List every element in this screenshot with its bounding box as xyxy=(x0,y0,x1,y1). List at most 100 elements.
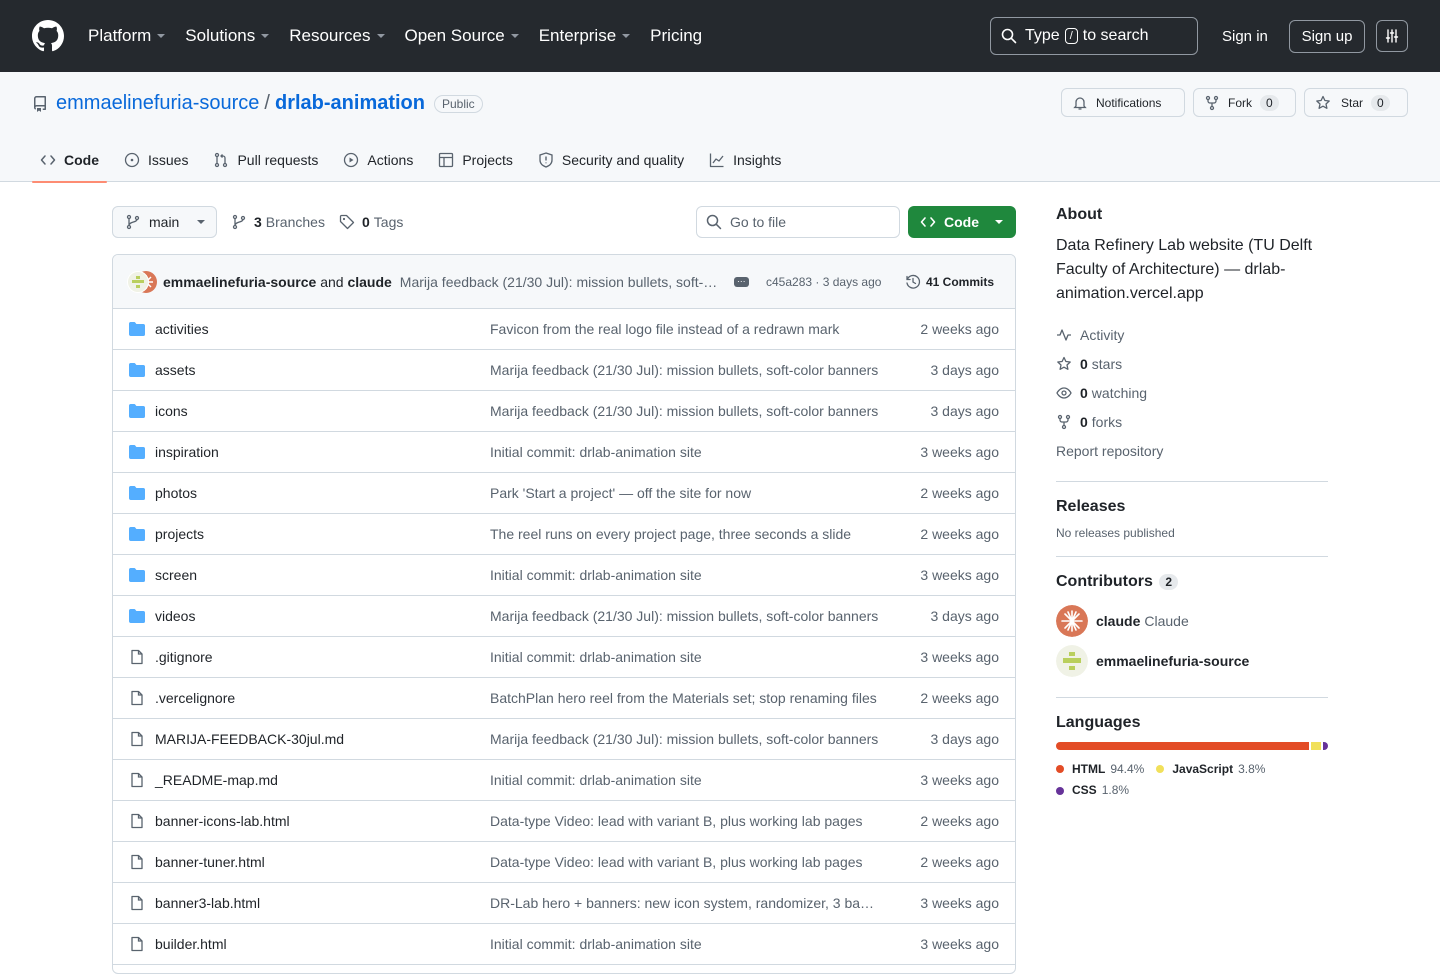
file-name-link[interactable]: activities xyxy=(155,321,209,337)
file-name-link[interactable]: icons xyxy=(155,403,188,419)
file-commit-message-link[interactable]: Initial commit: drlab-animation site xyxy=(490,936,880,952)
file-name-link[interactable]: projects xyxy=(155,526,204,542)
file-commit-message-link[interactable]: Data-type Video: lead with variant B, pl… xyxy=(490,813,880,829)
file-commit-message-link[interactable]: Marija feedback (21/30 Jul): mission bul… xyxy=(490,731,880,747)
file-name-link[interactable]: .gitignore xyxy=(155,649,213,665)
go-to-file-input[interactable]: Go to file xyxy=(696,206,900,238)
commit-author-link[interactable]: emmaelinefuria-source xyxy=(163,274,316,290)
contributor-claude[interactable]: claude Claude xyxy=(1056,601,1328,641)
file-commit-message-link[interactable]: Initial commit: drlab-animation site xyxy=(490,444,880,460)
file-name-link[interactable]: MARIJA-FEEDBACK-30jul.md xyxy=(155,731,344,747)
tab-projects[interactable]: Projects xyxy=(430,138,521,182)
file-commit-message-link[interactable]: Park 'Start a project' — off the site fo… xyxy=(490,485,880,501)
file-name-link[interactable]: banner-icons-lab.html xyxy=(155,813,290,829)
file-commit-message-link[interactable]: Favicon from the real logo file instead … xyxy=(490,321,880,337)
file-commit-message-link[interactable]: Marija feedback (21/30 Jul): mission bul… xyxy=(490,403,880,419)
file-commit-message-link[interactable]: DR-Lab hero + banners: new icon system, … xyxy=(490,895,880,911)
repo-name-link[interactable]: drlab-animation xyxy=(275,92,425,115)
commit-author-link[interactable]: claude xyxy=(347,274,391,290)
file-name-link[interactable]: builder.html xyxy=(155,936,227,952)
commit-message-link[interactable]: Marija feedback (21/30 Jul): mission bul… xyxy=(400,274,720,290)
file-name-link[interactable]: photos xyxy=(155,485,197,501)
file-row[interactable]: .gitignore Initial commit: drlab-animatio… xyxy=(113,637,1015,678)
tab-insights[interactable]: Insights xyxy=(701,138,789,182)
file-row[interactable]: MARIJA-FEEDBACK-30jul.md Marija feedback … xyxy=(113,719,1015,760)
claude-avatar xyxy=(1056,605,1088,637)
file-row[interactable]: .vercelignore BatchPlan hero reel from th… xyxy=(113,678,1015,719)
file-row[interactable]: assets Marija feedback (21/30 Jul): missi… xyxy=(113,350,1015,391)
file-row[interactable]: videos Marija feedback (21/30 Jul): missi… xyxy=(113,596,1015,637)
file-name-link[interactable]: banner-tuner.html xyxy=(155,854,265,870)
file-row[interactable]: inspiration Initial commit: drlab-animati… xyxy=(113,432,1015,473)
file-commit-message-link[interactable]: Initial commit: drlab-animation site xyxy=(490,772,880,788)
file-name-link[interactable]: banner3-lab.html xyxy=(155,895,260,911)
file-row[interactable]: screen Initial commit: drlab-animation si… xyxy=(113,555,1015,596)
file-commit-message-link[interactable]: The reel runs on every project page, thr… xyxy=(490,526,880,542)
file-row[interactable]: _README-map.md Initial commit: drlab-anim… xyxy=(113,760,1015,801)
file-row[interactable]: photos Park 'Start a project' — off the s… xyxy=(113,473,1015,514)
file-name-link[interactable]: videos xyxy=(155,608,195,624)
file-name-link[interactable]: screen xyxy=(155,567,197,583)
tab-actions[interactable]: Actions xyxy=(335,138,421,182)
releases-heading[interactable]: Releases xyxy=(1056,498,1328,516)
star-button[interactable]: Star 0 xyxy=(1304,88,1408,117)
file-row[interactable]: banner-icons-lab.html Data-type Video: le… xyxy=(113,801,1015,842)
file-icon xyxy=(129,854,145,870)
language-item[interactable]: CSS 1.8% xyxy=(1056,780,1129,801)
tab-pull-requests[interactable]: Pull requests xyxy=(205,138,326,182)
language-item[interactable]: HTML 94.4% xyxy=(1056,759,1144,780)
report-repository-link[interactable]: Report repository xyxy=(1056,436,1328,465)
file-row[interactable]: activities Favicon from the real logo fil… xyxy=(113,309,1015,350)
settings-sliders-button[interactable] xyxy=(1376,20,1408,52)
nav-enterprise[interactable]: Enterprise xyxy=(539,26,631,46)
file-name-link[interactable]: .vercelignore xyxy=(155,690,235,706)
contributors-heading[interactable]: Contributors 2 xyxy=(1056,573,1328,591)
branch-selector[interactable]: main xyxy=(112,206,217,238)
watching-link[interactable]: 0 watching xyxy=(1056,378,1328,407)
file-row[interactable]: banner-tuner.html Data-type Video: lead w… xyxy=(113,842,1015,883)
file-row[interactable]: projects The reel runs on every project p… xyxy=(113,514,1015,555)
file-name-link[interactable]: _README-map.md xyxy=(155,772,278,788)
contributors-title: Contributors xyxy=(1056,573,1153,590)
sign-up-button[interactable]: Sign up xyxy=(1289,20,1365,53)
github-logo-icon[interactable] xyxy=(32,20,64,52)
nav-open-source[interactable]: Open Source xyxy=(405,26,519,46)
contributor-emmaelinefuria[interactable]: emmaelinefuria-source xyxy=(1056,641,1328,681)
file-name-link[interactable]: inspiration xyxy=(155,444,219,460)
file-commit-message-link[interactable]: Initial commit: drlab-animation site xyxy=(490,567,880,583)
file-row[interactable]: icons Marija feedback (21/30 Jul): missio… xyxy=(113,391,1015,432)
tab-code[interactable]: Code xyxy=(32,138,107,183)
file-commit-message-link[interactable]: Marija feedback (21/30 Jul): mission bul… xyxy=(490,362,880,378)
nav-pricing[interactable]: Pricing xyxy=(650,26,702,46)
nav-label: Solutions xyxy=(185,26,256,45)
file-commit-message-link[interactable]: Data-type Video: lead with variant B, pl… xyxy=(490,854,880,870)
tab-security[interactable]: Security and quality xyxy=(530,138,692,182)
tags-link[interactable]: 0 Tags xyxy=(339,214,403,230)
folder-icon xyxy=(129,567,145,583)
expand-commit-button[interactable]: … xyxy=(733,274,749,287)
sign-in-link[interactable]: Sign in xyxy=(1222,28,1268,45)
file-commit-message-link[interactable]: Marija feedback (21/30 Jul): mission bul… xyxy=(490,608,880,624)
nav-solutions[interactable]: Solutions xyxy=(185,26,270,46)
commit-sha-time[interactable]: c45a283 · 3 days ago xyxy=(766,275,881,289)
notifications-button[interactable]: Notifications xyxy=(1061,88,1185,117)
activity-link[interactable]: Activity xyxy=(1056,320,1328,349)
forks-link[interactable]: 0 forks xyxy=(1056,407,1328,436)
file-commit-message-link[interactable]: BatchPlan hero reel from the Materials s… xyxy=(490,690,880,706)
file-name-link[interactable]: assets xyxy=(155,362,195,378)
nav-resources[interactable]: Resources xyxy=(289,26,385,46)
file-row[interactable]: banner3-lab.html DR-Lab hero + banners: n… xyxy=(113,883,1015,924)
tab-issues[interactable]: Issues xyxy=(116,138,196,182)
code-button[interactable]: Code xyxy=(908,206,1016,238)
branches-link[interactable]: 3 Branches xyxy=(231,214,325,230)
about-description: Data Refinery Lab website (TU Delft Facu… xyxy=(1056,237,1313,302)
language-item[interactable]: JavaScript 3.8% xyxy=(1156,759,1265,780)
nav-platform[interactable]: Platform xyxy=(88,26,166,46)
repo-owner-link[interactable]: emmaelinefuria-source xyxy=(56,92,259,115)
stars-link[interactable]: 0 stars xyxy=(1056,349,1328,378)
fork-button[interactable]: Fork 0 xyxy=(1193,88,1296,117)
commits-link[interactable]: 41 Commits xyxy=(905,274,994,290)
file-row[interactable]: builder.html Initial commit: drlab-animat… xyxy=(113,924,1015,965)
search-input[interactable]: Type / to search xyxy=(990,17,1198,55)
file-commit-message-link[interactable]: Initial commit: drlab-animation site xyxy=(490,649,880,665)
